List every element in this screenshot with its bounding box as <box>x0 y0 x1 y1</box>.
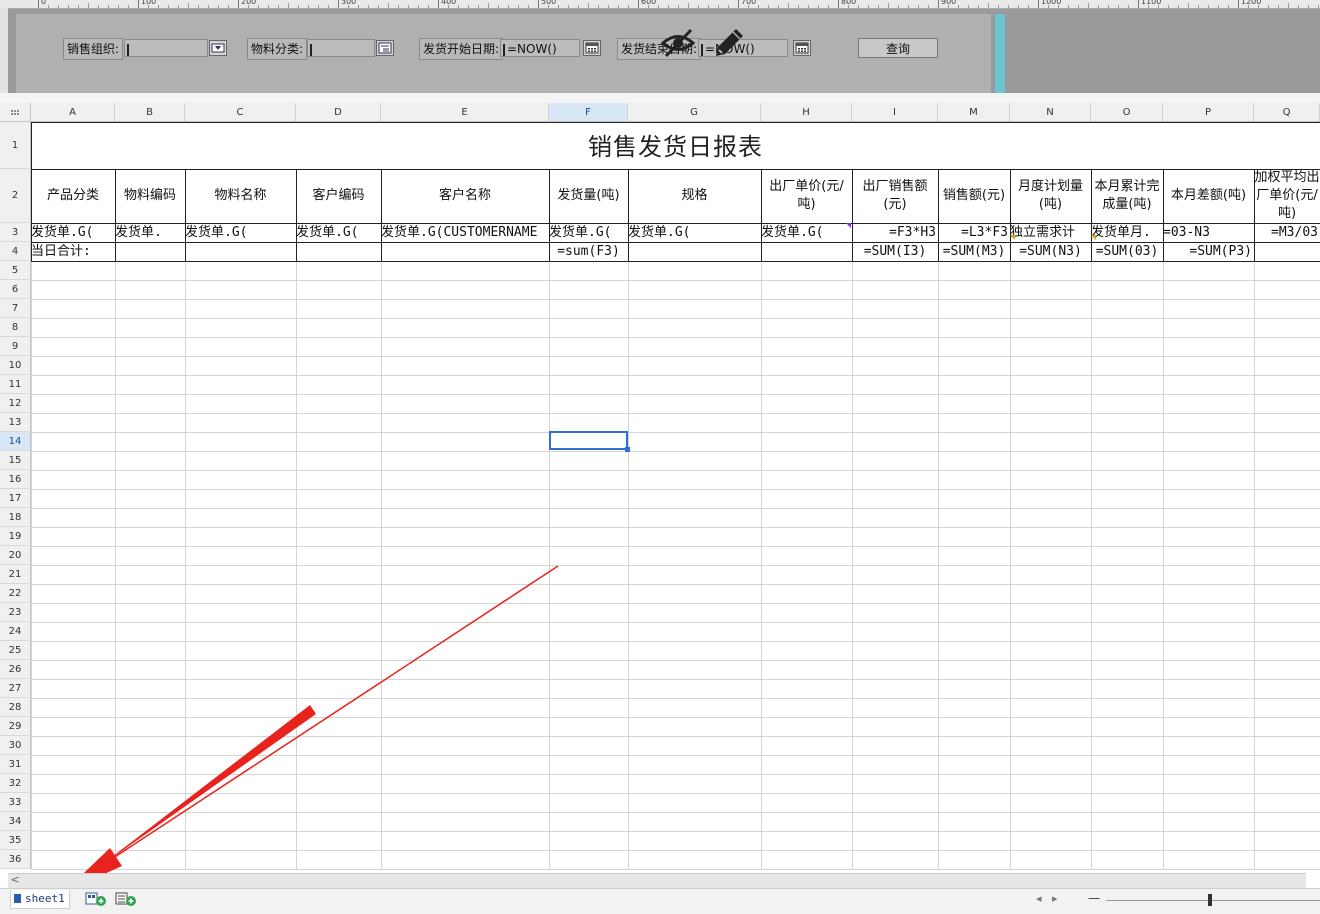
sheet-tab-label: sheet1 <box>25 892 65 905</box>
cell-comment-marker <box>1010 235 1015 240</box>
cell-comment-marker <box>846 223 851 228</box>
sheet-icon <box>14 894 21 903</box>
zoom-out-icon[interactable]: — <box>1088 891 1100 905</box>
annotation-arrow <box>64 565 559 892</box>
add-sheet-icon[interactable] <box>85 892 107 906</box>
sheet-nav-arrows-icon[interactable]: ◂ ▸ <box>1036 892 1058 905</box>
sheet-tab-bar <box>0 888 1320 914</box>
zoom-slider-thumb[interactable] <box>1208 894 1212 906</box>
sheet-tab[interactable]: sheet1 <box>10 890 70 909</box>
horizontal-scrollbar[interactable] <box>8 873 1306 888</box>
cell-comment-marker <box>1091 235 1096 240</box>
add-dashboard-icon[interactable] <box>115 892 137 906</box>
zoom-slider[interactable] <box>1106 900 1320 901</box>
scroll-left-icon[interactable]: < <box>8 873 22 887</box>
